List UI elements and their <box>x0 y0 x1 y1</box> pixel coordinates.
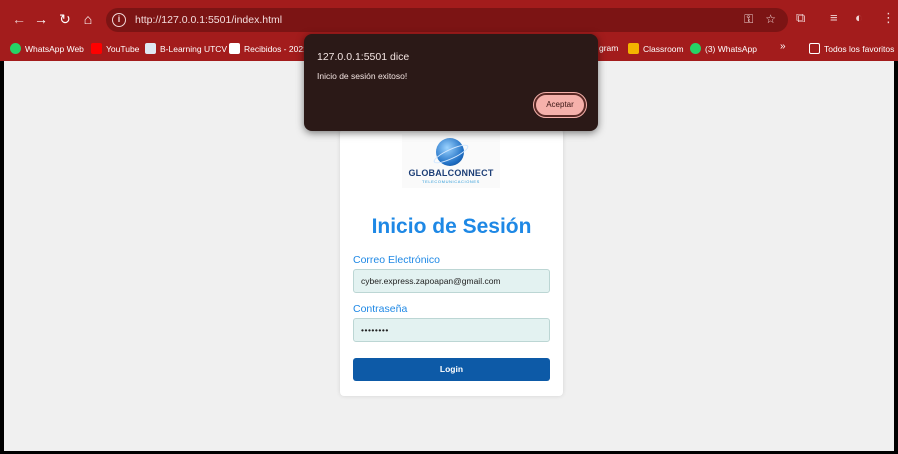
chart-icon <box>145 43 156 54</box>
page-title: Inicio de Sesión <box>371 215 532 238</box>
email-field[interactable]: cyber.express.zapoapan@gmail.com <box>353 269 550 293</box>
whatsapp-icon <box>10 43 21 54</box>
reload-icon[interactable]: ↻ <box>57 11 73 27</box>
login-card: GLOBALCONNECT TELECOMUNICACIONES Inicio … <box>340 129 563 396</box>
company-logo: GLOBALCONNECT TELECOMUNICACIONES <box>402 134 500 188</box>
classroom-icon <box>628 43 639 54</box>
gmail-icon <box>229 43 240 54</box>
url-text: http://127.0.0.1:5501/index.html <box>135 14 283 26</box>
accept-button[interactable]: Aceptar <box>533 92 587 118</box>
star-icon[interactable]: ☆ <box>765 12 776 27</box>
bookmark-whatsapp-web[interactable]: WhatsApp Web <box>10 43 84 54</box>
dialog-message: Inicio de sesión exitoso! <box>317 71 408 81</box>
bookmark-youtube[interactable]: YouTube <box>91 43 139 54</box>
reading-list-icon[interactable]: ≡ <box>830 10 838 25</box>
bookmark-recibidos[interactable]: Recibidos - 2021 <box>229 43 308 54</box>
bookmark-whatsapp[interactable]: (3) WhatsApp <box>690 43 757 54</box>
password-field[interactable]: •••••••• <box>353 318 550 342</box>
back-arrow-icon[interactable]: ← <box>11 11 27 27</box>
dialog-title: 127.0.0.1:5501 dice <box>317 51 410 63</box>
key-icon[interactable]: ⚿ <box>744 12 753 27</box>
bookmark-b-learning[interactable]: B-Learning UTCV <box>145 43 227 54</box>
logo-subtitle: TELECOMUNICACIONES <box>422 179 480 184</box>
menu-icon[interactable]: ⋮ <box>882 10 895 26</box>
password-label: Contraseña <box>353 303 408 315</box>
email-label: Correo Electrónico <box>353 254 440 266</box>
site-info-icon[interactable]: i <box>112 13 126 27</box>
forward-arrow-icon[interactable]: → <box>33 11 49 27</box>
more-bookmarks-button[interactable]: » <box>780 41 786 52</box>
globe-icon <box>436 138 464 166</box>
address-bar[interactable]: i http://127.0.0.1:5501/index.html ⚿ ☆ <box>106 8 788 32</box>
folder-icon <box>809 43 820 54</box>
youtube-icon <box>91 43 102 54</box>
all-favorites-folder[interactable]: Todos los favoritos <box>809 43 894 54</box>
bookmark-classroom[interactable]: Classroom <box>628 43 684 54</box>
alert-dialog: 127.0.0.1:5501 dice Inicio de sesión exi… <box>304 34 598 131</box>
logo-name: GLOBALCONNECT <box>408 168 494 178</box>
bookmark-instagram[interactable]: gram <box>599 43 618 53</box>
home-icon[interactable]: ⌂ <box>80 11 96 27</box>
profile-icon[interactable]: ◐ <box>855 10 863 25</box>
whatsapp-icon <box>690 43 701 54</box>
extensions-icon[interactable]: ⧉ <box>796 10 805 26</box>
login-button[interactable]: Login <box>353 358 550 381</box>
